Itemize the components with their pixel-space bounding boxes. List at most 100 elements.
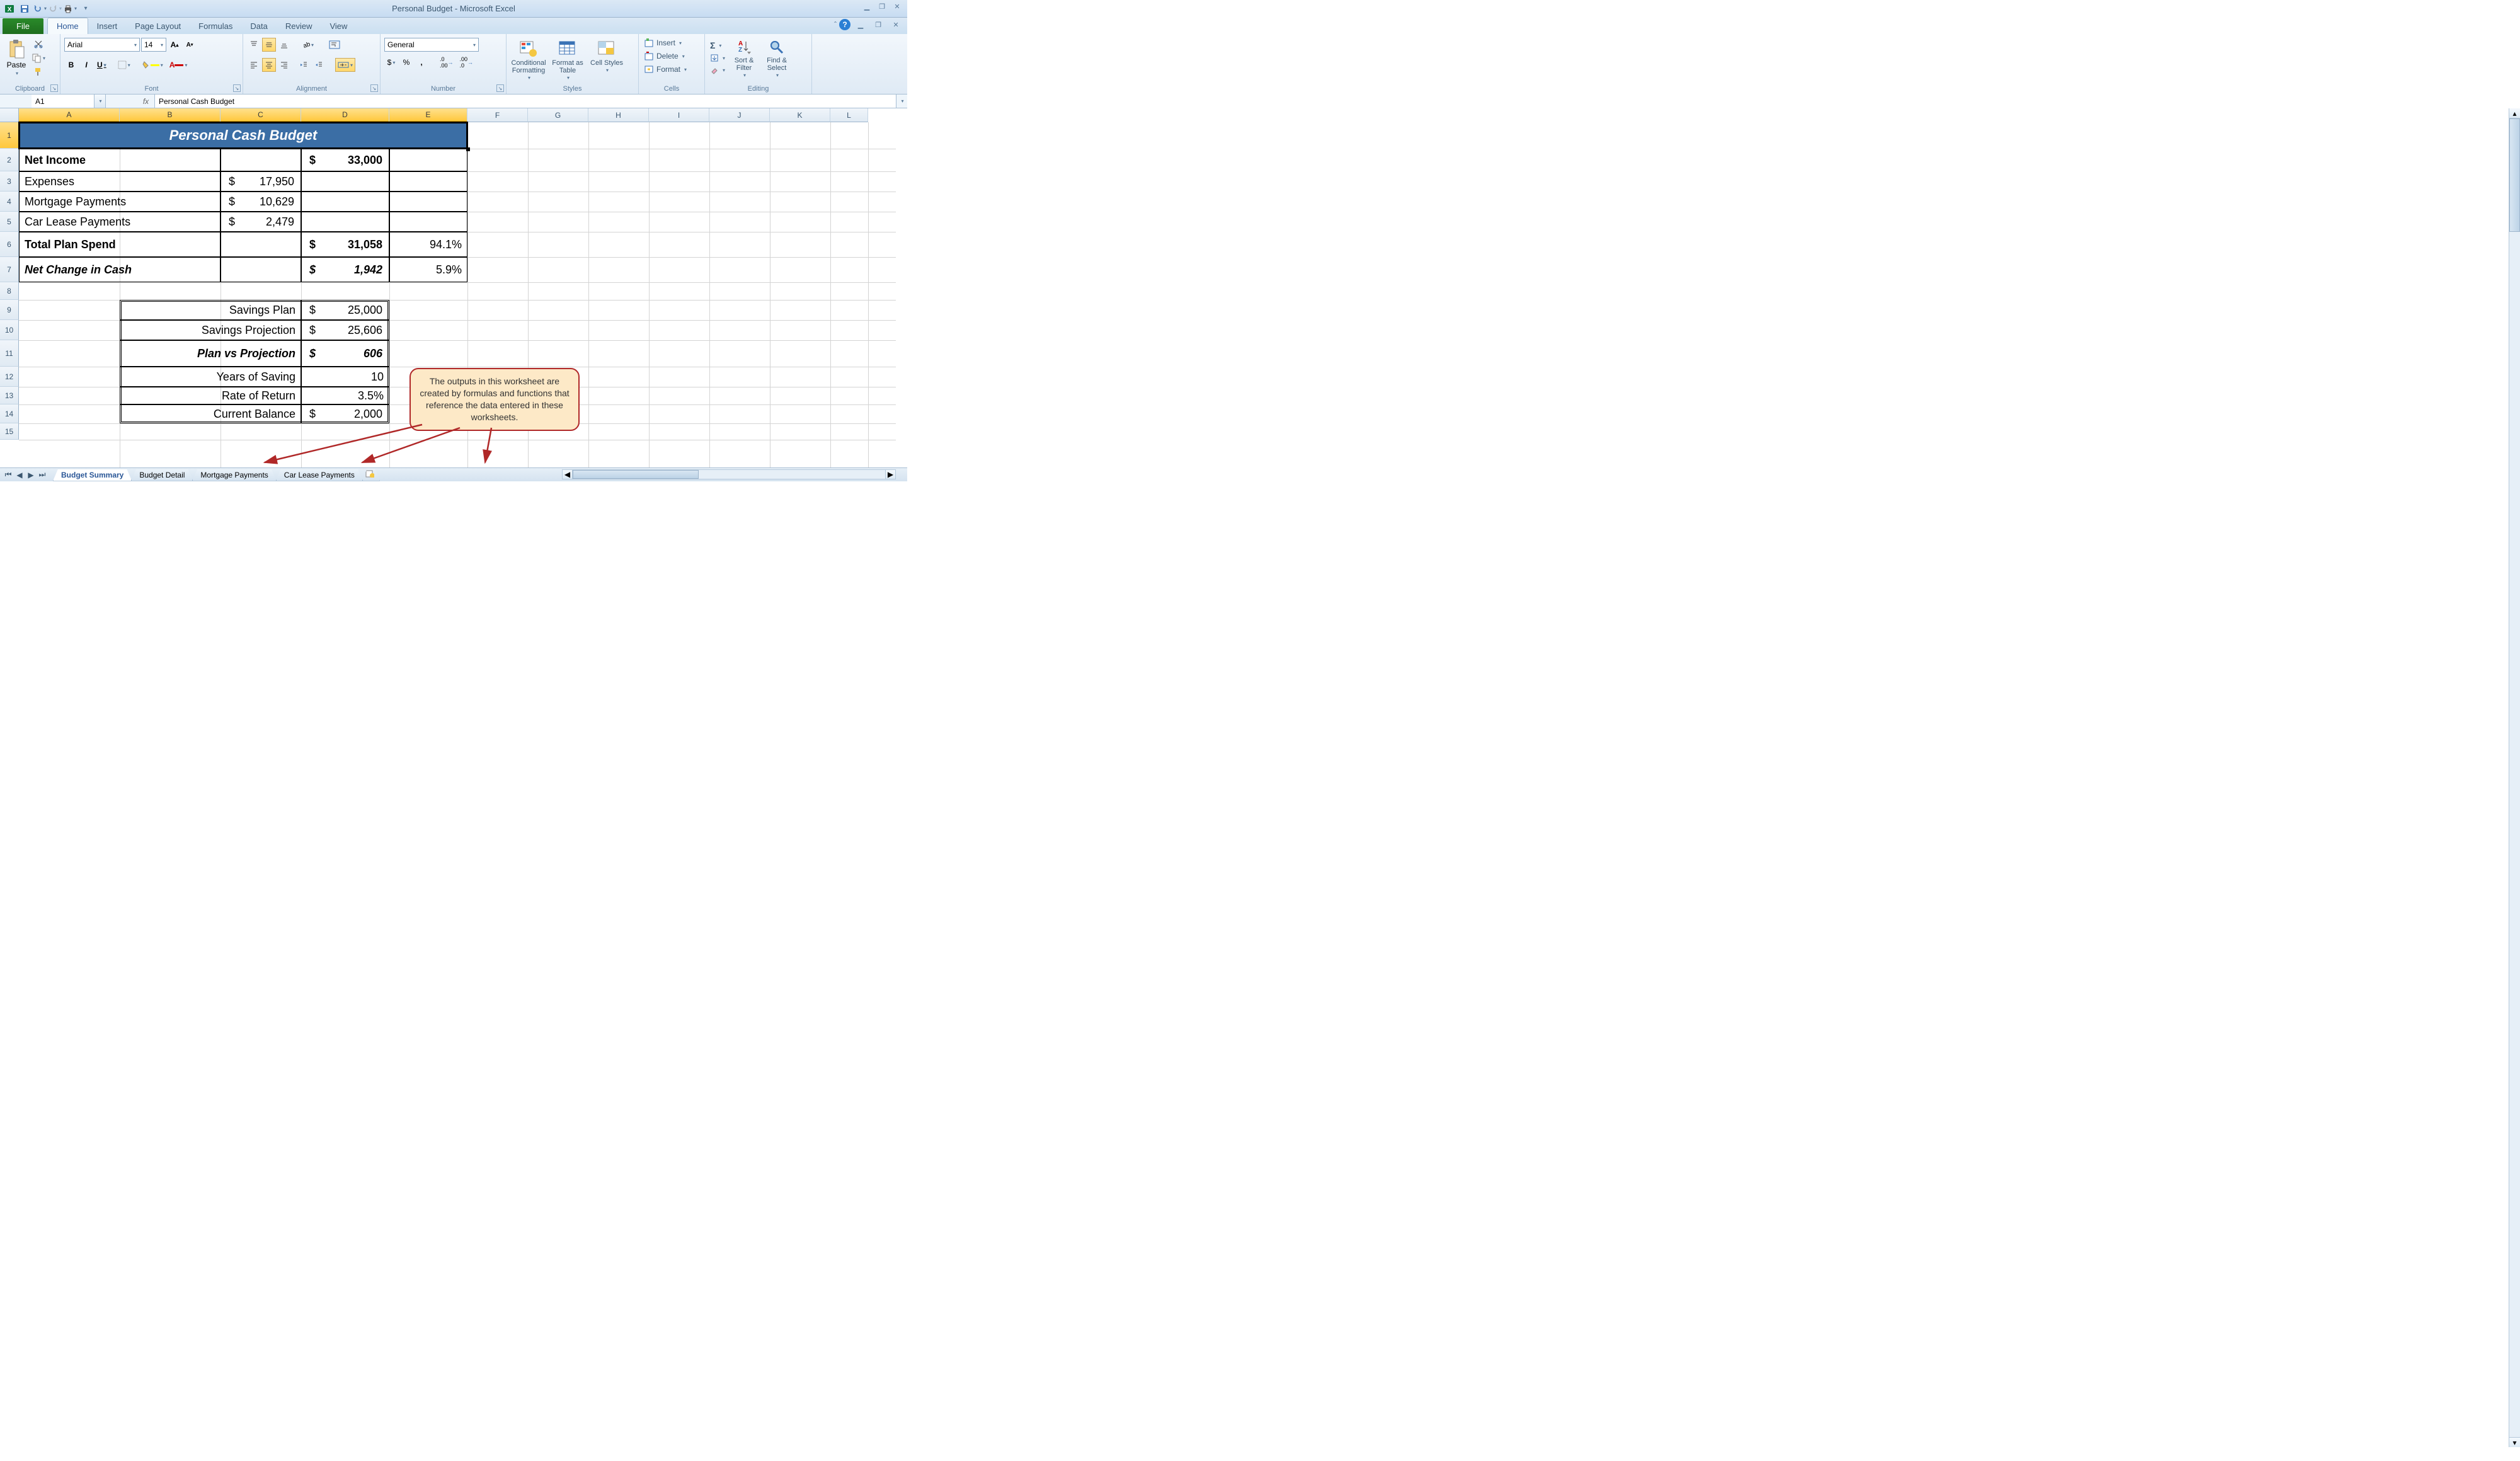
cell-d14[interactable]: $2,000 (301, 404, 389, 423)
cell-bc13[interactable]: Rate of Return (120, 387, 301, 404)
cell-bc14[interactable]: Current Balance (120, 404, 301, 423)
decrease-decimal-button[interactable]: .00.0→ (457, 55, 476, 69)
hscroll-track[interactable] (573, 470, 885, 479)
redo-icon[interactable]: ▾ (48, 2, 62, 16)
cell-d7[interactable]: $1,942 (301, 257, 389, 282)
col-header-i[interactable]: I (649, 108, 709, 122)
sheet-nav-next[interactable]: ▶ (25, 469, 37, 481)
scroll-up-button[interactable]: ▴ (2509, 108, 2520, 118)
sheet-tab-mortgage-payments[interactable]: Mortgage Payments (192, 469, 276, 481)
align-top-button[interactable] (247, 38, 261, 52)
align-center-button[interactable] (262, 58, 276, 72)
insert-cells-button[interactable]: Insert▾ (643, 37, 701, 49)
row-header-7[interactable]: 7 (0, 257, 19, 282)
sheet-nav-first[interactable]: ⏮ (3, 469, 14, 481)
percent-format-button[interactable]: % (399, 55, 413, 69)
col-header-f[interactable]: F (467, 108, 528, 122)
align-left-button[interactable] (247, 58, 261, 72)
help-icon[interactable]: ? (839, 19, 850, 30)
cell-d9[interactable]: $25,000 (301, 300, 389, 320)
save-icon[interactable] (18, 2, 32, 16)
row-header-6[interactable]: 6 (0, 232, 19, 257)
horizontal-scrollbar[interactable]: ◀ ▶ (562, 469, 896, 479)
cell-styles-button[interactable]: Cell Styles▾ (588, 38, 625, 75)
ribbon-minimize-icon[interactable]: ˆ (834, 20, 837, 29)
hscroll-thumb[interactable] (573, 470, 699, 479)
sort-filter-button[interactable]: AZ Sort & Filter▾ (729, 38, 759, 80)
scroll-right-button[interactable]: ▶ (885, 470, 895, 479)
font-launcher[interactable]: ↘ (233, 84, 241, 92)
cell-d6[interactable]: $31,058 (301, 232, 389, 257)
cell-d11[interactable]: $606 (301, 340, 389, 367)
cell-a5[interactable]: Car Lease Payments (19, 212, 220, 232)
row-header-13[interactable]: 13 (0, 387, 19, 404)
tab-view[interactable]: View (321, 18, 356, 34)
scroll-left-button[interactable]: ◀ (563, 470, 573, 479)
conditional-formatting-button[interactable]: Conditional Formatting▾ (510, 38, 547, 83)
tab-insert[interactable]: Insert (88, 18, 127, 34)
format-as-table-button[interactable]: Format as Table▾ (549, 38, 586, 83)
increase-decimal-button[interactable]: .0.00→ (437, 55, 456, 69)
italic-button[interactable]: I (79, 58, 93, 72)
vscroll-thumb[interactable] (2509, 118, 2520, 232)
cell-c2[interactable] (220, 149, 301, 171)
tab-home[interactable]: Home (47, 18, 88, 34)
col-header-c[interactable]: C (220, 108, 301, 122)
cell-e6[interactable]: 94.1% (389, 232, 467, 257)
cell-e4[interactable] (389, 192, 467, 212)
excel-icon[interactable]: X (3, 2, 16, 16)
cell-d3[interactable] (301, 171, 389, 192)
orientation-button[interactable]: ab▾ (299, 38, 316, 52)
print-icon[interactable]: ▾ (63, 2, 77, 16)
vertical-scrollbar[interactable]: ▴ ▾ (2509, 108, 2520, 1447)
wrap-text-button[interactable] (326, 38, 343, 52)
fill-color-button[interactable]: ▾ (139, 58, 166, 72)
close-button[interactable]: ✕ (890, 1, 905, 11)
formula-input[interactable]: Personal Cash Budget (155, 95, 896, 108)
row-header-15[interactable]: 15 (0, 423, 19, 440)
qat-customize-icon[interactable]: ▾ (78, 2, 92, 16)
decrease-indent-button[interactable] (296, 58, 310, 72)
cell-a2[interactable]: Net Income (19, 149, 220, 171)
cell-c7[interactable] (220, 257, 301, 282)
sheet-tab-budget-detail[interactable]: Budget Detail (131, 469, 193, 481)
cell-c6[interactable] (220, 232, 301, 257)
cell-c4[interactable]: $10,629 (220, 192, 301, 212)
cell-e2[interactable] (389, 149, 467, 171)
clipboard-launcher[interactable]: ↘ (50, 84, 58, 92)
cell-bc10[interactable]: Savings Projection (120, 320, 301, 340)
borders-button[interactable]: ▾ (115, 58, 133, 72)
cell-c3[interactable]: $17,950 (220, 171, 301, 192)
row-header-3[interactable]: 3 (0, 171, 19, 192)
number-format-combo[interactable]: General▾ (384, 38, 479, 52)
cell-d13[interactable]: 3.5% (301, 387, 389, 404)
cell-bc9[interactable]: Savings Plan (120, 300, 301, 320)
sheet-nav-last[interactable]: ⏭ (37, 469, 48, 481)
sheet-tab-budget-summary[interactable]: Budget Summary (53, 469, 132, 481)
cell-d12[interactable]: 10 (301, 367, 389, 387)
font-color-button[interactable]: A▾ (167, 58, 190, 72)
font-name-combo[interactable]: Arial▾ (64, 38, 140, 52)
row-header-10[interactable]: 10 (0, 320, 19, 340)
col-header-g[interactable]: G (528, 108, 588, 122)
cut-button[interactable] (32, 38, 45, 50)
cell-c5[interactable]: $2,479 (220, 212, 301, 232)
cell-d4[interactable] (301, 192, 389, 212)
cell-title[interactable]: Personal Cash Budget (19, 122, 467, 149)
name-box[interactable]: A1 (32, 95, 94, 108)
select-all-corner[interactable] (0, 108, 19, 122)
copy-button[interactable]: ▾ (32, 52, 45, 64)
col-header-a[interactable]: A (19, 108, 120, 122)
row-header-12[interactable]: 12 (0, 367, 19, 387)
row-header-5[interactable]: 5 (0, 212, 19, 232)
formula-bar-expand[interactable]: ▾ (896, 95, 907, 108)
tab-review[interactable]: Review (277, 18, 321, 34)
col-header-j[interactable]: J (709, 108, 770, 122)
cell-a7[interactable]: Net Change in Cash (19, 257, 220, 282)
grow-font-button[interactable]: A▴ (168, 38, 181, 52)
cell-bc12[interactable]: Years of Saving (120, 367, 301, 387)
fill-button[interactable]: ▾ (709, 52, 726, 64)
fx-button[interactable]: fx (137, 95, 155, 108)
sheet-tab-car-lease-payments[interactable]: Car Lease Payments (276, 469, 363, 481)
scroll-down-button[interactable]: ▾ (2509, 1437, 2520, 1447)
